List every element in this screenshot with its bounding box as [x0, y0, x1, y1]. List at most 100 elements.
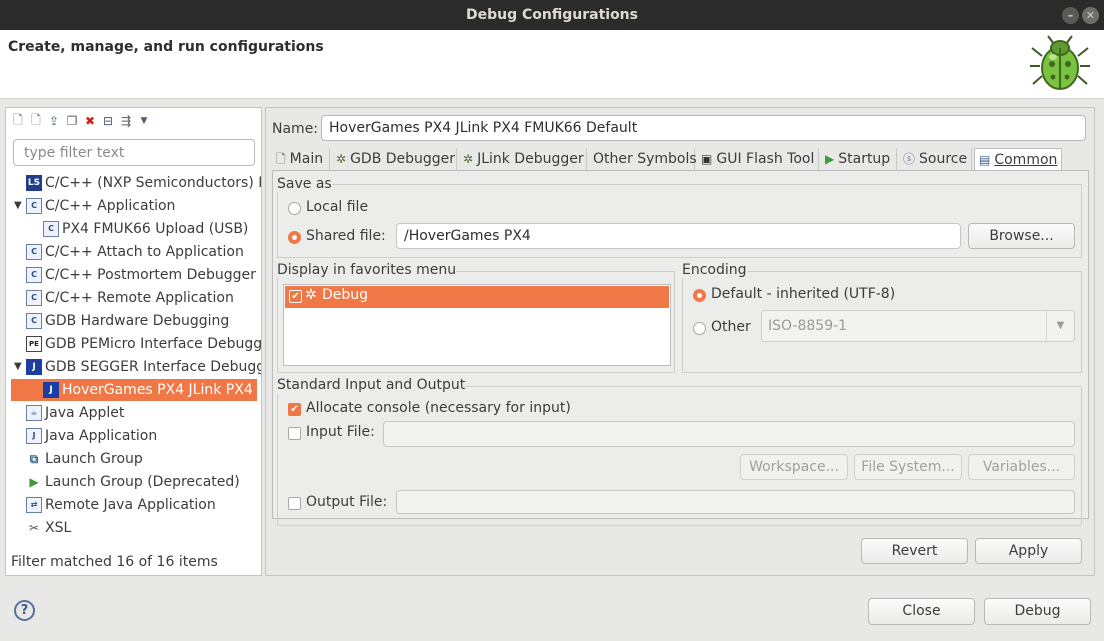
tree-item-selected[interactable]: J HoverGames PX4 JLink PX4 FM — [11, 379, 257, 401]
tree-item[interactable]: J GDB SEGGER Interface Debuggin — [26, 356, 261, 378]
common-tab-content: Save as Local file Shared file: /HoverGa… — [272, 170, 1089, 526]
tree-item[interactable]: C PX4 FMUK66 Upload (USB) — [43, 218, 261, 240]
c-app-icon: C — [26, 267, 42, 283]
java-app-icon: J — [26, 428, 42, 444]
minimize-button[interactable]: – — [1062, 7, 1079, 24]
view-menu-icon[interactable]: ▼ — [136, 113, 152, 129]
tree-item[interactable]: PE GDB PEMicro Interface Debuggi — [26, 333, 261, 355]
new-config-icon[interactable]: 🗋 — [10, 113, 26, 129]
play-icon: ▶ — [825, 151, 835, 166]
chevron-down-icon: ▼ — [1046, 311, 1074, 341]
variables-button[interactable]: Variables... — [968, 454, 1075, 480]
new-prototype-icon[interactable]: 🗋 — [28, 113, 44, 129]
save-as-label: Save as — [277, 176, 332, 192]
favorite-item-label: Debug — [322, 287, 369, 303]
help-icon[interactable]: ? — [14, 600, 35, 621]
other-encoding-label: Other — [711, 319, 751, 335]
name-input[interactable] — [321, 115, 1086, 141]
workspace-button[interactable]: Workspace... — [740, 454, 848, 480]
input-file-checkbox[interactable] — [288, 427, 301, 440]
shared-file-label: Shared file: — [306, 228, 386, 244]
tab-source[interactable]: ⓢ Source — [899, 148, 972, 170]
bug-icon — [1030, 35, 1090, 90]
main-icon: 🗋 — [276, 151, 286, 166]
tree-item[interactable]: ⧉ Launch Group — [26, 448, 261, 470]
apply-button[interactable]: Apply — [975, 538, 1082, 564]
output-file-label: Output File: — [306, 494, 388, 510]
input-file-label: Input File: — [306, 424, 375, 440]
favorite-item-debug[interactable]: ✔ ✲ Debug — [285, 286, 669, 308]
input-file-field[interactable] — [383, 421, 1075, 447]
filter-icon[interactable]: ⇶ — [118, 113, 134, 129]
debug-bug-icon: ✲ — [336, 151, 347, 166]
tree-item[interactable]: ⇄ Remote Java Application — [26, 494, 261, 516]
favorite-debug-checkbox[interactable]: ✔ — [289, 290, 302, 303]
shared-file-input[interactable]: /HoverGames PX4 — [396, 223, 961, 249]
tab-jlink-debugger[interactable]: ✲ JLink Debugger — [459, 148, 587, 170]
tree-item[interactable]: C C/C++ Application — [26, 195, 261, 217]
tree-item[interactable]: C GDB Hardware Debugging — [26, 310, 261, 332]
filter-status: Filter matched 16 of 16 items — [11, 554, 218, 570]
revert-button[interactable]: Revert — [861, 538, 968, 564]
common-icon: ▤ — [979, 152, 991, 167]
debug-bug-icon: ✲ — [463, 151, 474, 166]
title-bar: Debug Configurations – ✕ — [0, 0, 1104, 30]
output-file-field[interactable] — [396, 490, 1075, 514]
debug-button[interactable]: Debug — [984, 598, 1091, 625]
debug-bug-icon: ✲ — [305, 287, 317, 303]
favorites-list: ✔ ✲ Debug — [283, 284, 671, 366]
tree-toolbar: 🗋 🗋 ⇪ ❐ ✖ ⊟ ⇶ ▼ — [10, 112, 152, 130]
close-window-button[interactable]: ✕ — [1082, 7, 1099, 24]
play-icon: ▶ — [29, 475, 39, 489]
ls-icon: LS — [26, 175, 42, 191]
tab-gui-flash-tool[interactable]: ▣ GUI Flash Tool — [697, 148, 819, 170]
other-encoding-radio[interactable] — [693, 322, 706, 335]
export-icon[interactable]: ⇪ — [46, 113, 62, 129]
tree-item[interactable]: ✂ XSL — [26, 517, 261, 539]
jlink-icon: J — [26, 359, 42, 375]
allocate-console-checkbox[interactable]: ✔ — [288, 403, 301, 416]
tree-item[interactable]: ☕ Java Applet — [26, 402, 261, 424]
shared-file-radio[interactable] — [288, 231, 301, 244]
tree-item[interactable]: C C/C++ Postmortem Debugger — [26, 264, 261, 286]
tree-item[interactable]: C C/C++ Remote Application — [26, 287, 261, 309]
c-app-icon: C — [26, 198, 42, 214]
tab-main[interactable]: 🗋 Main — [272, 148, 330, 170]
duplicate-icon[interactable]: ❐ — [64, 113, 80, 129]
encoding-label: Encoding — [682, 262, 747, 278]
tab-startup[interactable]: ▶ Startup — [821, 148, 897, 170]
output-file-checkbox[interactable] — [288, 497, 301, 510]
browse-button[interactable]: Browse... — [968, 223, 1075, 249]
expand-toggle-icon[interactable]: ▼ — [14, 356, 24, 378]
tab-gdb-debugger[interactable]: ✲ GDB Debugger — [332, 148, 457, 170]
c-app-icon: C — [26, 313, 42, 329]
filter-input[interactable] — [13, 139, 255, 166]
xsl-icon: ✂ — [28, 521, 40, 535]
tree-item[interactable]: J Java Application — [26, 425, 261, 447]
c-app-icon: C — [26, 244, 42, 260]
tree-item[interactable]: LS C/C++ (NXP Semiconductors) M — [26, 172, 261, 194]
remote-java-icon: ⇄ — [26, 497, 42, 513]
default-encoding-radio[interactable] — [693, 289, 706, 302]
window-title: Debug Configurations — [466, 7, 638, 23]
dialog-header: Create, manage, and run configurations — [0, 30, 1104, 99]
local-file-radio[interactable] — [288, 202, 301, 215]
delete-icon[interactable]: ✖ — [82, 113, 98, 129]
config-tree-panel: 🗋 🗋 ⇪ ❐ ✖ ⊟ ⇶ ▼ LS C/C++ (NXP Semiconduc… — [5, 107, 262, 576]
tab-common[interactable]: ▤ Common — [974, 148, 1062, 171]
tab-other-symbols[interactable]: Other Symbols — [589, 148, 697, 170]
stdio-label: Standard Input and Output — [277, 377, 466, 393]
local-file-label: Local file — [306, 199, 369, 215]
header-title: Create, manage, and run configurations — [8, 39, 324, 55]
allocate-console-label: Allocate console (necessary for input) — [306, 400, 571, 416]
tree-item[interactable]: ▶ Launch Group (Deprecated) — [26, 471, 261, 493]
tree-item[interactable]: C C/C++ Attach to Application — [26, 241, 261, 263]
c-app-icon: C — [43, 221, 59, 237]
file-system-button[interactable]: File System... — [854, 454, 962, 480]
launch-group-icon: ⧉ — [29, 452, 39, 466]
favorites-label: Display in favorites menu — [277, 262, 457, 278]
close-button[interactable]: Close — [868, 598, 975, 625]
expand-toggle-icon[interactable]: ▼ — [14, 195, 24, 217]
collapse-all-icon[interactable]: ⊟ — [100, 113, 116, 129]
other-encoding-select[interactable]: ISO-8859-1 ▼ — [761, 310, 1075, 342]
